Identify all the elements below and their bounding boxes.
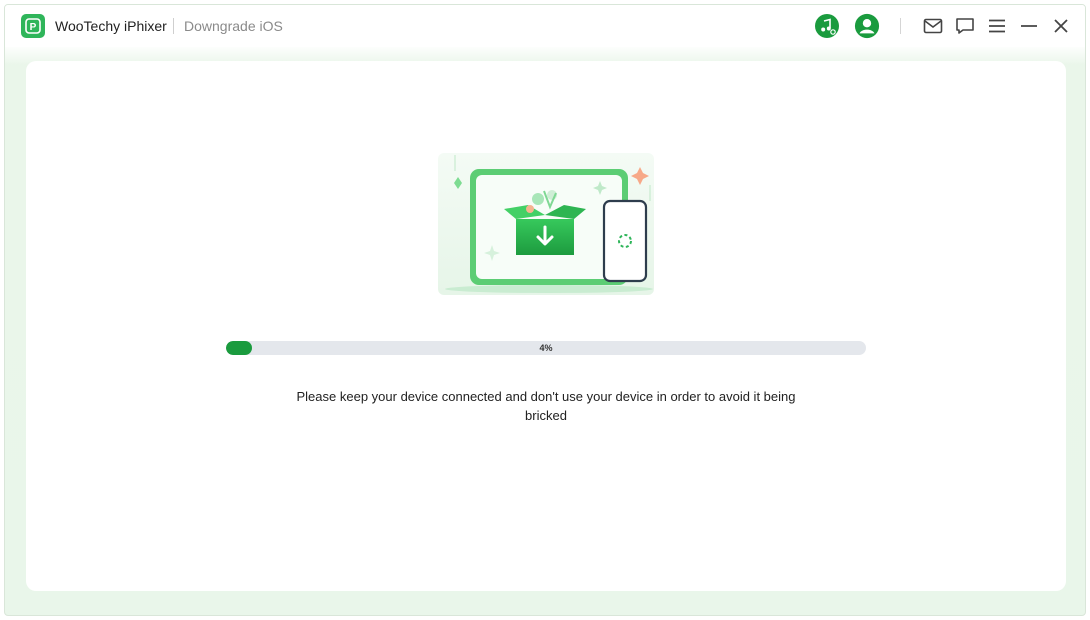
- mail-icon[interactable]: [920, 13, 946, 39]
- toolbar-divider: [900, 18, 901, 34]
- close-icon[interactable]: [1048, 13, 1074, 39]
- feedback-icon[interactable]: [952, 13, 978, 39]
- progress-bar: 4%: [226, 341, 866, 355]
- svg-text:P: P: [30, 22, 37, 33]
- music-search-icon[interactable]: [814, 13, 840, 39]
- minimize-icon[interactable]: [1016, 13, 1042, 39]
- menu-icon[interactable]: [984, 13, 1010, 39]
- downgrade-illustration: [434, 149, 658, 299]
- content-card: 4% Please keep your device connected and…: [26, 61, 1066, 591]
- app-title: WooTechy iPhixer: [55, 18, 167, 34]
- app-logo-icon: P: [21, 14, 45, 38]
- title-divider: [173, 18, 174, 34]
- title-bar: P WooTechy iPhixer Downgrade iOS: [5, 5, 1085, 47]
- progress-label: 4%: [539, 343, 553, 353]
- module-title: Downgrade iOS: [184, 18, 283, 34]
- app-window: P WooTechy iPhixer Downgrade iOS 4% Plea…: [4, 4, 1086, 616]
- account-icon[interactable]: [854, 13, 880, 39]
- status-message: Please keep your device connected and do…: [296, 389, 796, 423]
